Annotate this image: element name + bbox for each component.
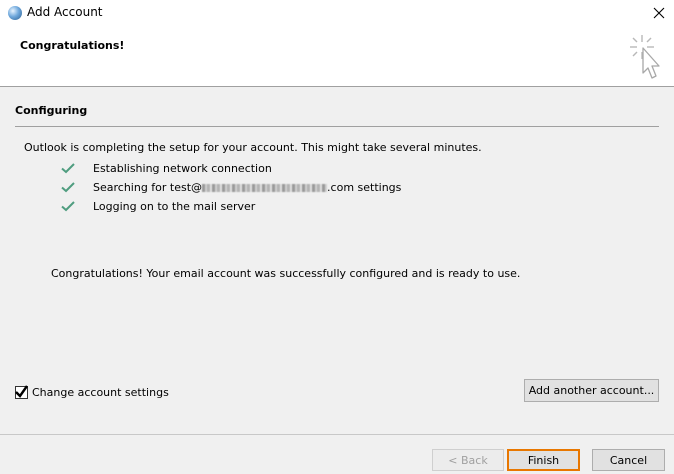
outlook-app-icon xyxy=(8,6,22,20)
step-label: Logging on to the mail server xyxy=(93,199,256,213)
checkbox-checked-icon xyxy=(15,385,28,398)
header-title: Congratulations! xyxy=(20,39,125,52)
success-message: Congratulations! Your email account was … xyxy=(51,267,521,280)
step-label-suffix: .com settings xyxy=(327,180,402,194)
redacted-email xyxy=(202,183,328,192)
intro-text: Outlook is completing the setup for your… xyxy=(24,141,482,154)
finish-button[interactable]: Finish xyxy=(507,449,580,471)
window-title: Add Account xyxy=(27,5,103,19)
step-search-settings: Searching for test@ .com settings xyxy=(60,179,401,195)
step-label: Establishing network connection xyxy=(93,161,272,175)
section-title: Configuring xyxy=(15,104,88,117)
wizard-header: Congratulations! xyxy=(0,26,674,87)
close-button[interactable] xyxy=(648,3,670,23)
change-settings-label: Change account settings xyxy=(32,386,169,399)
checkmark-icon xyxy=(61,182,75,193)
add-another-account-button[interactable]: Add another account... xyxy=(524,379,659,402)
checkmark-icon xyxy=(61,163,75,174)
close-icon xyxy=(653,7,665,19)
change-settings-checkbox[interactable] xyxy=(15,385,28,399)
checkmark-icon xyxy=(61,201,75,212)
step-label: Searching for test@ .com settings xyxy=(93,181,401,194)
wizard-cursor-icon xyxy=(630,35,660,79)
footer-divider xyxy=(0,434,674,435)
section-divider xyxy=(15,126,659,127)
change-settings-option[interactable]: Change account settings xyxy=(15,385,169,399)
step-label-prefix: Searching for test@ xyxy=(93,180,203,194)
step-network: Establishing network connection xyxy=(60,160,272,176)
title-bar: Add Account xyxy=(0,0,674,26)
back-button[interactable]: < Back xyxy=(432,449,504,471)
step-logon: Logging on to the mail server xyxy=(60,198,255,214)
cancel-button[interactable]: Cancel xyxy=(592,449,665,471)
